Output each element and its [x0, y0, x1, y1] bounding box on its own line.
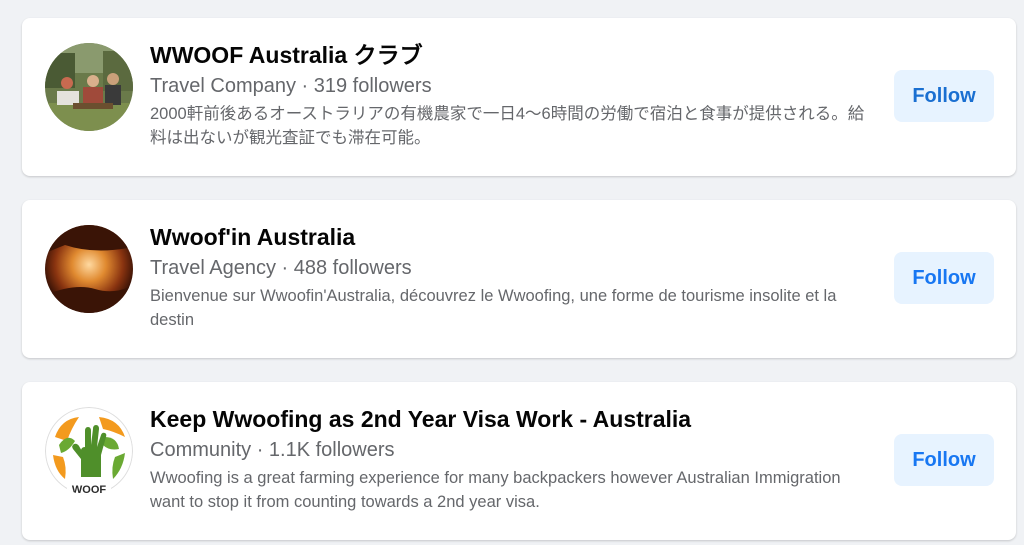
avatar[interactable]: WOOF	[45, 407, 133, 495]
follow-button[interactable]: Follow	[894, 434, 994, 486]
svg-text:WOOF: WOOF	[72, 484, 106, 495]
result-info: WWOOF Australia クラブ Travel Company · 319…	[150, 40, 870, 150]
page-description: 2000軒前後あるオーストラリアの有機農家で一日4〜6時間の労働で宿泊と食事が提…	[150, 105, 865, 147]
page-name[interactable]: Keep Wwoofing as 2nd Year Visa Work - Au…	[150, 404, 870, 434]
page-description: Wwoofing is a great farming experience f…	[150, 469, 841, 511]
result-card-wwoof-australia-club: WWOOF Australia クラブ Travel Company · 319…	[22, 18, 1016, 176]
search-results-list: WWOOF Australia クラブ Travel Company · 319…	[0, 0, 1024, 545]
page-name[interactable]: Wwoof'in Australia	[150, 222, 870, 252]
page-category-followers: Travel Company · 319 followers	[150, 75, 432, 97]
page-description: Bienvenue sur Wwoofin'Australia, découvr…	[150, 287, 837, 329]
result-card-wwoofin-australia: Wwoof'in Australia Travel Agency · 488 f…	[22, 200, 1016, 358]
cave-photo-icon	[45, 225, 133, 313]
follow-button[interactable]: Follow	[894, 252, 994, 304]
outdoor-photo-icon	[45, 43, 133, 131]
follow-button[interactable]: Follow	[894, 70, 994, 122]
result-info: Keep Wwoofing as 2nd Year Visa Work - Au…	[150, 404, 870, 514]
avatar[interactable]	[45, 43, 133, 131]
result-info: Wwoof'in Australia Travel Agency · 488 f…	[150, 222, 870, 332]
avatar[interactable]	[45, 225, 133, 313]
page-name[interactable]: WWOOF Australia クラブ	[150, 40, 870, 70]
result-card-keep-wwoofing: WOOF Keep Wwoofing as 2nd Year Visa Work…	[22, 382, 1016, 540]
page-category-followers: Travel Agency · 488 followers	[150, 257, 412, 279]
page-category-followers: Community · 1.1K followers	[150, 439, 395, 461]
wwoof-logo-icon: WOOF	[45, 407, 133, 495]
